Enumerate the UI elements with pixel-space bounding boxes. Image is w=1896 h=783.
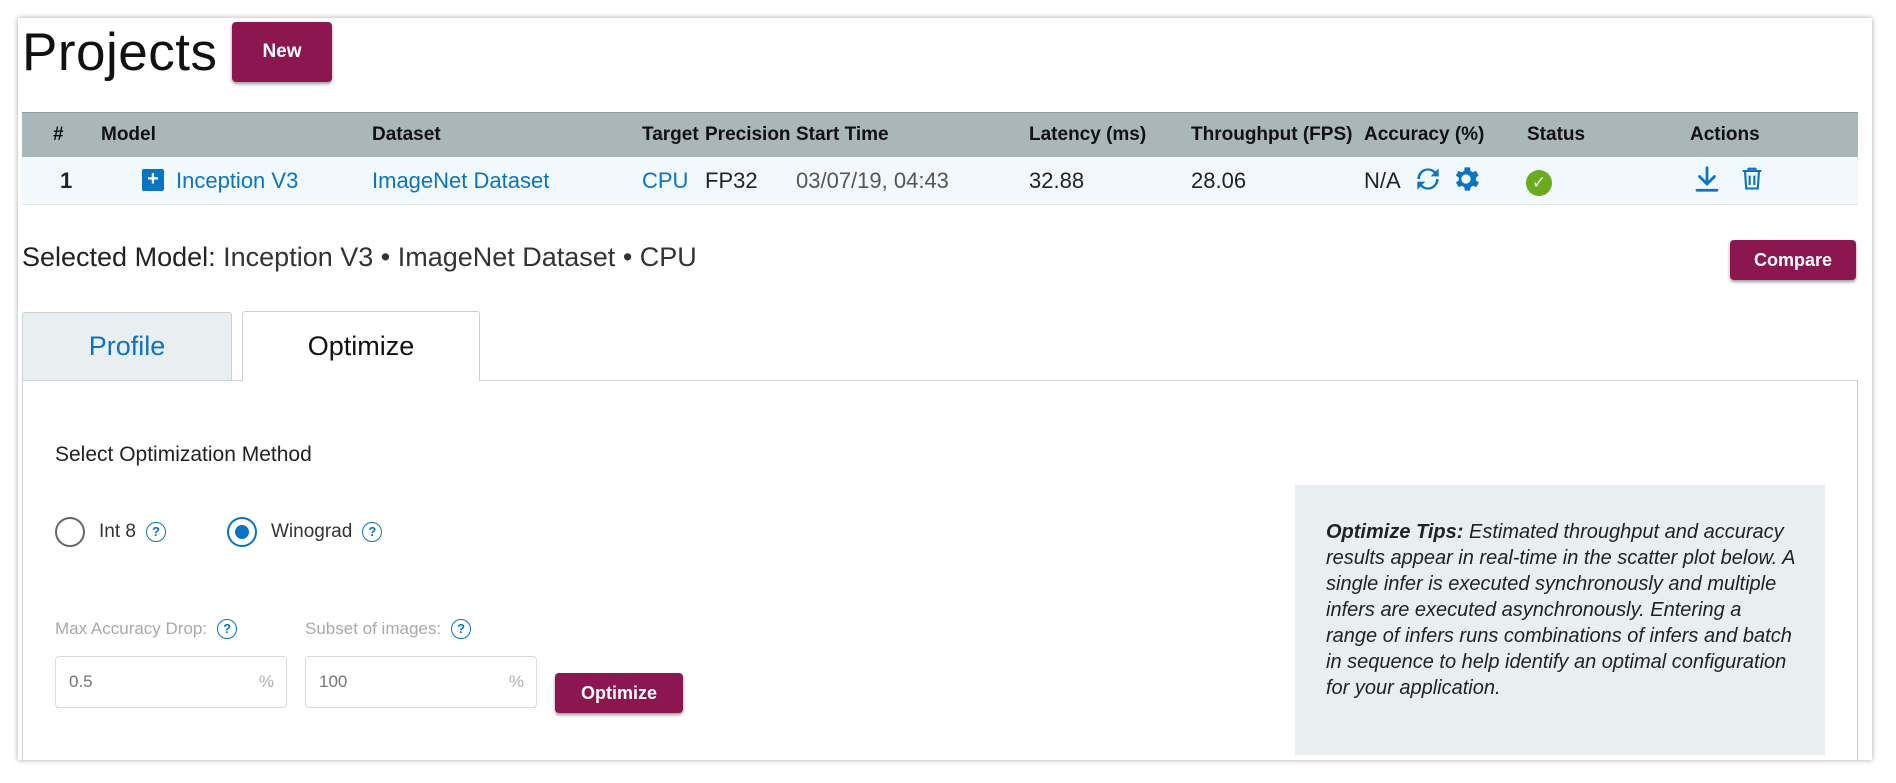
latency-value: 32.88 bbox=[1029, 167, 1085, 193]
new-project-button[interactable]: New bbox=[232, 22, 332, 82]
accuracy-value: N/A bbox=[1364, 167, 1401, 193]
subset-of-images-text: Subset of images: bbox=[305, 619, 442, 638]
int8-label: Int 8 bbox=[99, 521, 136, 542]
max-accuracy-drop-text: Max Accuracy Drop: bbox=[55, 619, 208, 638]
radio-selected-icon[interactable] bbox=[227, 517, 257, 547]
int8-radio[interactable]: Int 8 ? bbox=[55, 517, 166, 547]
col-accuracy: Accuracy (%) bbox=[1364, 124, 1485, 145]
help-icon[interactable]: ? bbox=[217, 619, 238, 639]
projects-card: Projects New # Model Dataset Target Prec… bbox=[18, 18, 1872, 760]
tab-optimize[interactable]: Optimize bbox=[242, 311, 480, 381]
col-actions: Actions bbox=[1690, 124, 1760, 145]
selected-model-summary: Selected Model: Inception V3 • ImageNet … bbox=[22, 242, 697, 273]
help-icon[interactable]: ? bbox=[451, 619, 472, 639]
precision-value: FP32 bbox=[705, 167, 758, 193]
col-dataset: Dataset bbox=[372, 124, 441, 145]
optimize-tips: Optimize Tips: Estimated throughput and … bbox=[1295, 485, 1825, 755]
gear-icon[interactable] bbox=[1450, 163, 1482, 201]
throughput-value: 28.06 bbox=[1191, 167, 1247, 193]
col-target: Target bbox=[642, 124, 699, 145]
status-success-icon: ✓ bbox=[1526, 168, 1552, 196]
subset-of-images-field[interactable]: % bbox=[305, 656, 537, 708]
section-title: Select Optimization Method bbox=[55, 443, 312, 466]
col-latency: Latency (ms) bbox=[1029, 124, 1147, 145]
selected-model-value: Inception V3 • ImageNet Dataset • CPU bbox=[223, 242, 697, 272]
col-index: # bbox=[53, 124, 64, 145]
subset-of-images-label: Subset of images: ? bbox=[305, 619, 472, 639]
max-accuracy-drop-input[interactable] bbox=[69, 672, 219, 692]
col-throughput: Throughput (FPS) bbox=[1191, 124, 1353, 145]
model-cell: + Inception V3 bbox=[142, 168, 298, 194]
optimize-panel: Select Optimization Method Int 8 ? Winog… bbox=[22, 380, 1858, 760]
optimize-button[interactable]: Optimize bbox=[555, 673, 683, 713]
col-start-time: Start Time bbox=[796, 124, 889, 145]
start-time-value: 03/07/19, 04:43 bbox=[796, 167, 949, 193]
tab-profile[interactable]: Profile bbox=[22, 312, 232, 380]
trash-icon[interactable] bbox=[1738, 162, 1766, 200]
tips-text: Estimated throughput and accuracy result… bbox=[1326, 521, 1795, 699]
max-accuracy-drop-field[interactable]: % bbox=[55, 656, 287, 708]
expand-plus-icon[interactable]: + bbox=[142, 168, 164, 191]
subset-of-images-input[interactable] bbox=[319, 672, 469, 692]
page-title: Projects bbox=[22, 23, 218, 82]
table-header: # Model Dataset Target Precision Start T… bbox=[22, 112, 1858, 157]
selected-model-label: Selected Model: bbox=[22, 242, 216, 272]
max-accuracy-drop-label: Max Accuracy Drop: ? bbox=[55, 619, 238, 639]
percent-unit: % bbox=[508, 672, 524, 691]
target-link[interactable]: CPU bbox=[642, 168, 688, 194]
radio-unselected-icon[interactable] bbox=[55, 517, 85, 547]
projects-table: # Model Dataset Target Precision Start T… bbox=[22, 112, 1858, 205]
col-status: Status bbox=[1527, 124, 1586, 145]
percent-unit: % bbox=[258, 672, 274, 691]
row-index: 1 bbox=[60, 167, 73, 193]
tips-title: Optimize Tips: bbox=[1326, 521, 1464, 543]
winograd-radio[interactable]: Winograd ? bbox=[227, 517, 383, 547]
winograd-label: Winograd bbox=[271, 521, 353, 542]
refresh-icon[interactable] bbox=[1412, 163, 1444, 201]
help-icon[interactable]: ? bbox=[145, 522, 166, 542]
col-precision: Precision bbox=[705, 124, 791, 145]
model-link[interactable]: Inception V3 bbox=[176, 168, 298, 193]
col-model: Model bbox=[101, 124, 156, 145]
table-row[interactable]: 1 + Inception V3 ImageNet Dataset CPU FP3… bbox=[22, 157, 1858, 205]
dataset-link[interactable]: ImageNet Dataset bbox=[372, 168, 549, 194]
help-icon[interactable]: ? bbox=[362, 522, 383, 542]
compare-button[interactable]: Compare bbox=[1730, 240, 1856, 280]
download-icon[interactable] bbox=[1692, 163, 1722, 201]
